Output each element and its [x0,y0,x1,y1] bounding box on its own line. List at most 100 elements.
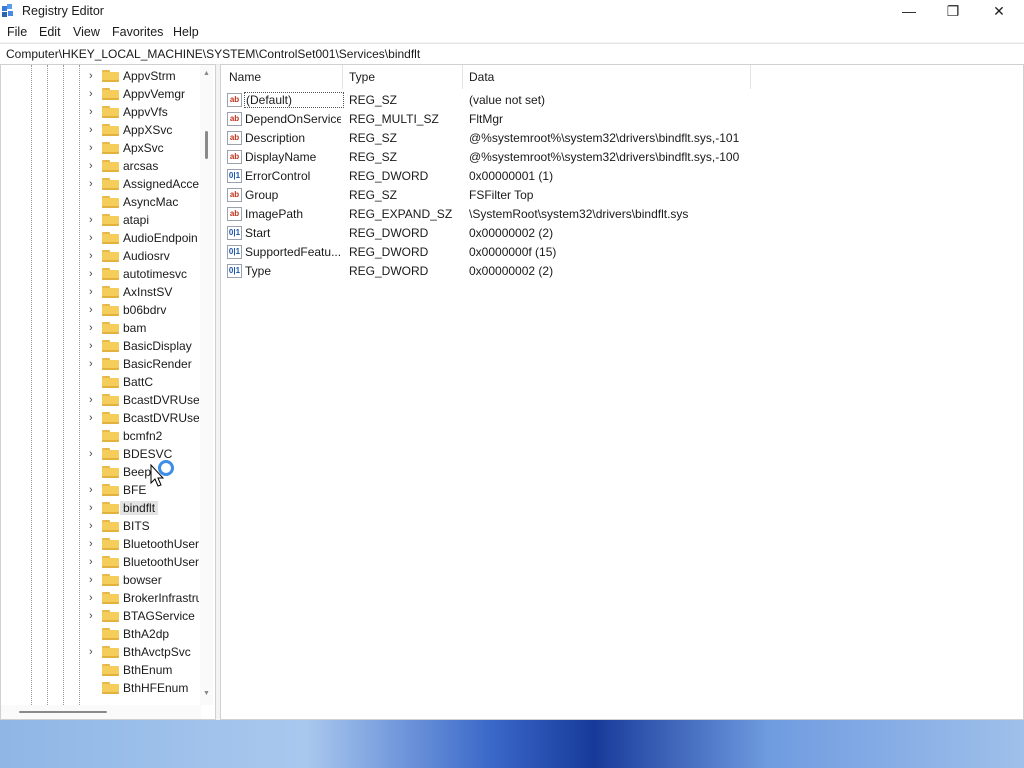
chevron-right-icon[interactable]: › [89,591,99,605]
chevron-right-icon[interactable]: › [89,267,99,281]
address-bar[interactable]: Computer\HKEY_LOCAL_MACHINE\SYSTEM\Contr… [0,43,1024,65]
tree-item[interactable]: › atapi [1,211,201,229]
tree-item[interactable]: › BcastDVRUser! [1,409,201,427]
title-bar[interactable]: Registry Editor — ❐ ✕ [0,0,1024,22]
tree-item[interactable]: › BasicRender [1,355,201,373]
scroll-down-arrow-icon[interactable]: ▼ [202,689,211,698]
maximize-button[interactable]: ❐ [930,0,976,22]
tree-item[interactable]: › b06bdrv [1,301,201,319]
menu-help[interactable]: Help [173,25,199,39]
tree-item[interactable]: › AppvVemgr [1,85,201,103]
tree-item[interactable]: › BITS [1,517,201,535]
chevron-right-icon[interactable]: › [89,141,99,155]
value-list-pane[interactable]: Name Type Data ab (Default) REG_SZ (value n… [220,64,1024,720]
chevron-right-icon[interactable]: › [89,555,99,569]
tree-item[interactable]: › Audiosrv [1,247,201,265]
menu-edit[interactable]: Edit [39,25,61,39]
tree-item[interactable]: › BthAvctpSvc [1,643,201,661]
chevron-right-icon[interactable]: › [89,357,99,371]
value-row[interactable]: ab Description REG_SZ @%systemroot%\system3… [221,129,1001,148]
tree-item[interactable]: › AxInstSV [1,283,201,301]
tree-item[interactable]: BthEnum [1,661,201,679]
menu-favorites[interactable]: Favorites [112,25,163,39]
chevron-right-icon[interactable]: › [89,573,99,587]
chevron-right-icon[interactable]: › [89,285,99,299]
tree-item[interactable]: › bam [1,319,201,337]
chevron-right-icon[interactable]: › [89,321,99,335]
tree-item[interactable]: bcmfn2 [1,427,201,445]
value-row[interactable]: 0|1 ErrorControl REG_DWORD 0x00000001 (1) [221,167,1001,186]
tree-item[interactable]: › AppvStrm [1,67,201,85]
chevron-right-icon[interactable]: › [89,645,99,659]
tree-item[interactable]: › AudioEndpoin [1,229,201,247]
value-name: Group [245,188,279,202]
tree-item[interactable]: › ApxSvc [1,139,201,157]
tree-item[interactable]: › AssignedAcce [1,175,201,193]
chevron-right-icon[interactable]: › [89,105,99,119]
value-row[interactable]: ab DependOnService REG_MULTI_SZ FltMgr [221,110,1001,129]
key-tree-pane[interactable]: › AppvStrm › AppvVemgr › AppvVfs › AppXSvc › ApxS… [0,64,216,720]
tree-item-label: BITS [123,519,150,533]
value-row[interactable]: ab DisplayName REG_SZ @%systemroot%\system3… [221,148,1001,167]
tree-item[interactable]: › BcastDVRUser! [1,391,201,409]
chevron-right-icon[interactable]: › [89,483,99,497]
tree-item[interactable]: BthHFEnum [1,679,201,697]
chevron-right-icon[interactable]: › [89,501,99,515]
tree-horizontal-scrollbar[interactable] [1,705,201,719]
chevron-right-icon[interactable]: › [89,393,99,407]
value-row[interactable]: ab (Default) REG_SZ (value not set) [221,91,1001,110]
tree-item[interactable]: › bowser [1,571,201,589]
chevron-right-icon[interactable]: › [89,177,99,191]
tree-item[interactable]: BattC [1,373,201,391]
close-button[interactable]: ✕ [976,0,1022,22]
chevron-right-icon[interactable]: › [89,69,99,83]
minimize-button[interactable]: — [886,0,932,22]
chevron-right-icon[interactable]: › [89,411,99,425]
value-row[interactable]: 0|1 SupportedFeatu... REG_DWORD 0x0000000f … [221,243,1001,262]
folder-icon [102,484,119,496]
chevron-right-icon[interactable]: › [89,249,99,263]
value-row[interactable]: ab ImagePath REG_EXPAND_SZ \SystemRoot\syst… [221,205,1001,224]
tree-item[interactable]: › arcsas [1,157,201,175]
value-row[interactable]: 0|1 Start REG_DWORD 0x00000002 (2) [221,224,1001,243]
tree-item[interactable]: › AppXSvc [1,121,201,139]
menu-file[interactable]: File [7,25,27,39]
chevron-right-icon[interactable]: › [89,231,99,245]
tree-item[interactable]: › AppvVfs [1,103,201,121]
chevron-right-icon[interactable]: › [89,87,99,101]
value-name: DependOnService [245,112,341,126]
value-row[interactable]: 0|1 Type REG_DWORD 0x00000002 (2) [221,262,1001,281]
tree-item[interactable]: › BFE [1,481,201,499]
address-path[interactable]: Computer\HKEY_LOCAL_MACHINE\SYSTEM\Contr… [6,47,420,61]
tree-item[interactable]: BthA2dp [1,625,201,643]
chevron-right-icon[interactable]: › [89,213,99,227]
tree-item[interactable]: › BluetoothUser [1,553,201,571]
chevron-right-icon[interactable]: › [89,123,99,137]
chevron-right-icon[interactable]: › [89,447,99,461]
scrollbar-thumb[interactable] [205,131,208,159]
tree-item[interactable]: › BasicDisplay [1,337,201,355]
chevron-right-icon[interactable]: › [89,159,99,173]
chevron-right-icon[interactable]: › [89,609,99,623]
column-header-type[interactable]: Type [343,65,463,89]
menu-view[interactable]: View [73,25,100,39]
scrollbar-thumb[interactable] [19,711,107,713]
tree-item[interactable]: › autotimesvc [1,265,201,283]
scroll-up-arrow-icon[interactable]: ▲ [202,69,211,78]
column-header-name[interactable]: Name [221,65,343,89]
tree-item[interactable]: › bindflt [1,499,201,517]
tree-item[interactable]: AsyncMac [1,193,201,211]
registry-editor-window: Registry Editor — ❐ ✕ File Edit View Fav… [0,0,1024,720]
tree-item[interactable]: › BrokerInfrastru [1,589,201,607]
chevron-right-icon[interactable]: › [89,519,99,533]
tree-item[interactable]: › BluetoothUser [1,535,201,553]
tree-item[interactable]: › BDESVC [1,445,201,463]
tree-item[interactable]: › BTAGService [1,607,201,625]
chevron-right-icon[interactable]: › [89,339,99,353]
chevron-right-icon[interactable]: › [89,303,99,317]
chevron-right-icon[interactable]: › [89,537,99,551]
folder-icon [102,610,119,622]
tree-vertical-scrollbar[interactable]: ▲ ▼ [200,65,213,705]
column-header-data[interactable]: Data [463,65,751,89]
value-row[interactable]: ab Group REG_SZ FSFilter Top [221,186,1001,205]
